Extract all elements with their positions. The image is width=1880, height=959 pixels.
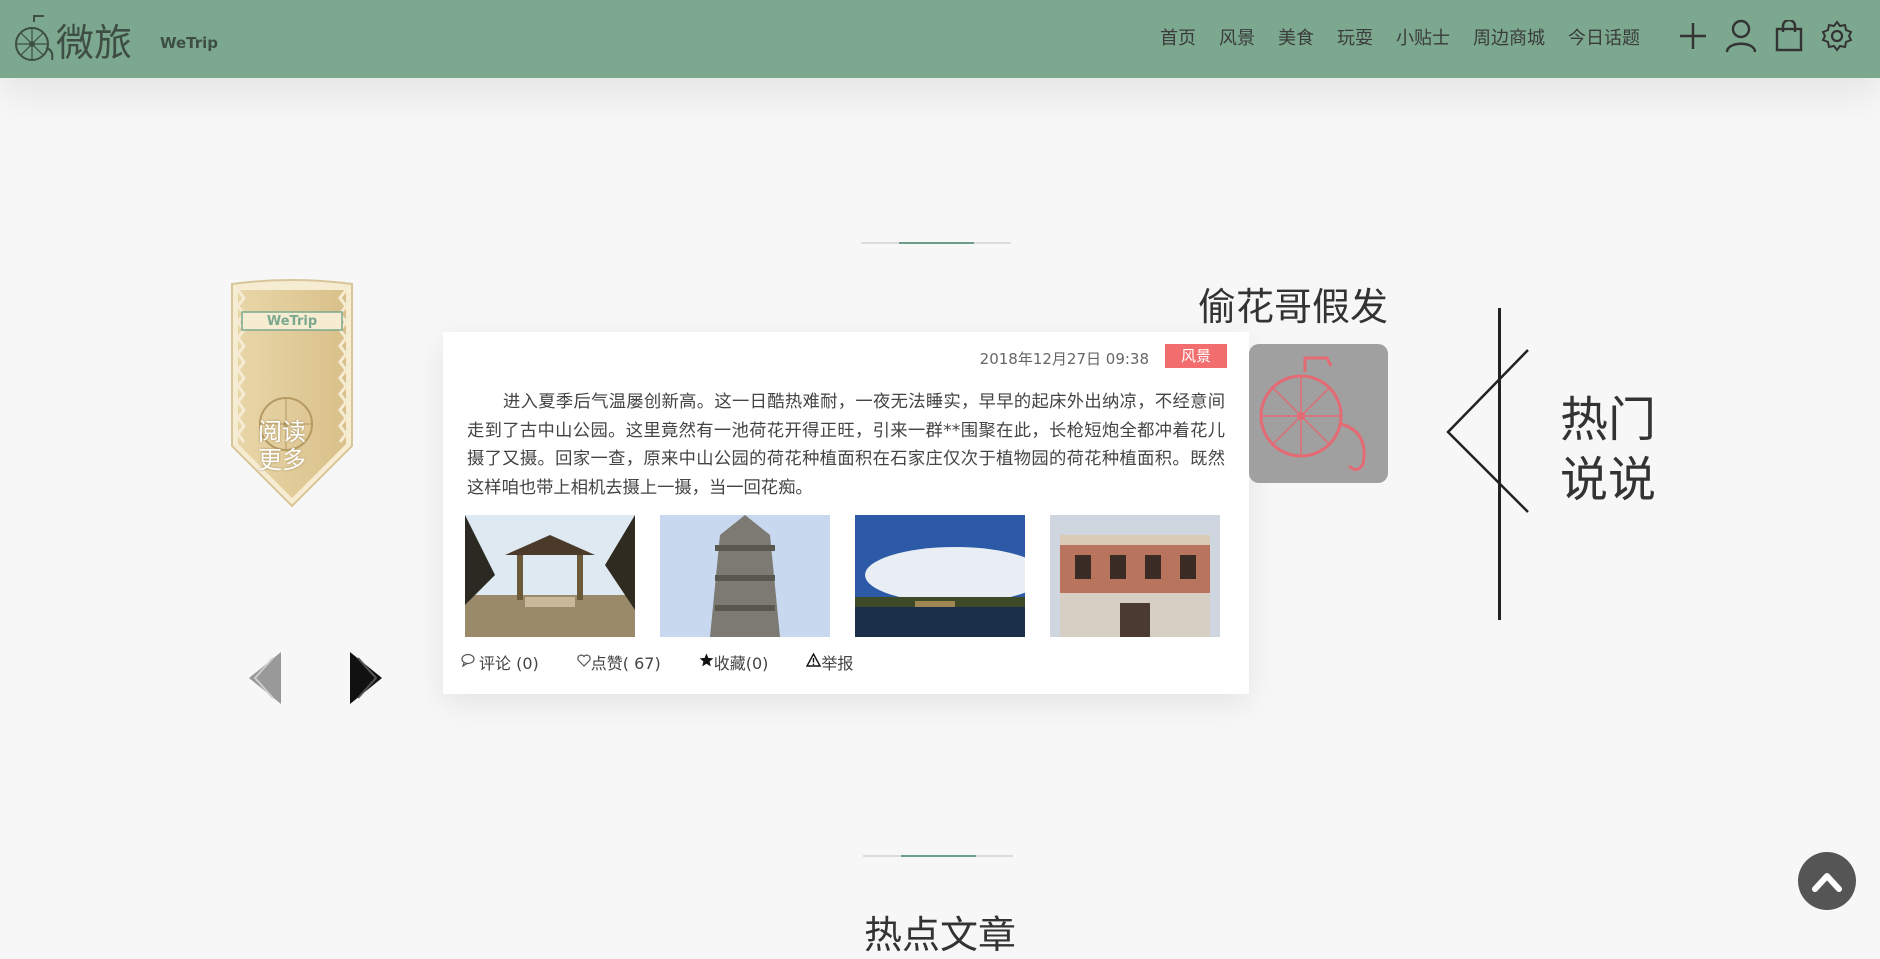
logo-text-cn: 微旅 (56, 21, 133, 65)
section-divider (861, 242, 1011, 244)
favorite-label: 收藏(0) (713, 654, 769, 673)
post-images (465, 515, 1245, 637)
nav-mall[interactable]: 周边商城 (1473, 24, 1545, 54)
nav-play[interactable]: 玩耍 (1337, 24, 1373, 54)
star-icon (699, 653, 714, 671)
bookmark-brand: WeTrip (266, 314, 318, 329)
like-label: 点赞( 67) (590, 654, 661, 673)
building-photo[interactable] (1050, 515, 1220, 637)
report-button[interactable]: 举报 (806, 650, 853, 674)
user-icon[interactable] (1724, 18, 1758, 54)
pagoda-photo[interactable] (660, 515, 830, 637)
chevron-left-icon[interactable] (1446, 348, 1530, 514)
comment-label: 评论 (0) (479, 654, 539, 673)
bicycle-wheel-icon (15, 15, 54, 61)
post-actions: 评论 (0) 点赞( 67) 收藏(0) 举报 (461, 650, 891, 674)
hot-label-line1: 热门 (1560, 392, 1657, 448)
hot-posts-label[interactable]: 热门 说说 (1560, 390, 1656, 510)
post-date: 2018年12月27日 09:38 (979, 350, 1149, 368)
top-header: 微旅 WeTrip 首页 风景 美食 玩耍 小贴士 周边商城 今日话题 (0, 0, 1880, 78)
report-label: 举报 (821, 654, 854, 673)
comment-icon (461, 653, 475, 671)
section-title-hot-articles: 热点文章 (863, 913, 1016, 957)
settings-icon[interactable] (1820, 18, 1854, 54)
pavilion-photo[interactable] (465, 515, 635, 637)
heart-icon (577, 654, 591, 671)
nav-home[interactable]: 首页 (1160, 24, 1196, 54)
read-more-line2: 更多 (258, 446, 306, 474)
nav-food[interactable]: 美食 (1278, 24, 1314, 54)
back-to-top-button[interactable] (1798, 852, 1856, 910)
lake-photo[interactable] (855, 515, 1025, 637)
header-icons (1676, 18, 1868, 54)
logo[interactable]: 微旅 WeTrip (12, 8, 222, 68)
logo-text-en: WeTrip (160, 34, 219, 52)
hot-label-line2: 说说 (1560, 452, 1657, 508)
nav-scenery[interactable]: 风景 (1219, 24, 1255, 54)
read-more-bookmark[interactable]: WeTrip 阅读 更多 (228, 276, 356, 510)
comment-button[interactable]: 评论 (0) (461, 650, 539, 674)
nav-topic[interactable]: 今日话题 (1568, 24, 1640, 54)
prev-arrow-button[interactable] (243, 650, 287, 706)
favorite-button[interactable]: 收藏(0) (699, 650, 769, 674)
post-text: 进入夏季后气温屡创新高。这一日酷热难耐，一夜无法睡实，早早的起床外出纳凉，不经意… (467, 392, 1225, 498)
like-button[interactable]: 点赞( 67) (577, 650, 661, 674)
plus-icon[interactable] (1676, 18, 1710, 54)
post-card: 2018年12月27日 09:38 风景 进入夏季后气温屡创新高。这一日酷热难耐… (443, 332, 1249, 694)
chevron-up-icon (1812, 873, 1842, 892)
section-divider-2 (863, 855, 1013, 857)
warning-icon (806, 652, 822, 671)
post-title[interactable]: 偷花哥假发 (1130, 276, 1388, 331)
next-arrow-button[interactable] (344, 650, 388, 706)
author-avatar[interactable] (1249, 344, 1388, 483)
nav-tips[interactable]: 小贴士 (1396, 24, 1450, 54)
main-nav: 首页 风景 美食 玩耍 小贴士 周边商城 今日话题 (1160, 24, 1663, 54)
shopping-bag-icon[interactable] (1772, 18, 1806, 54)
post-tag[interactable]: 风景 (1165, 344, 1227, 368)
